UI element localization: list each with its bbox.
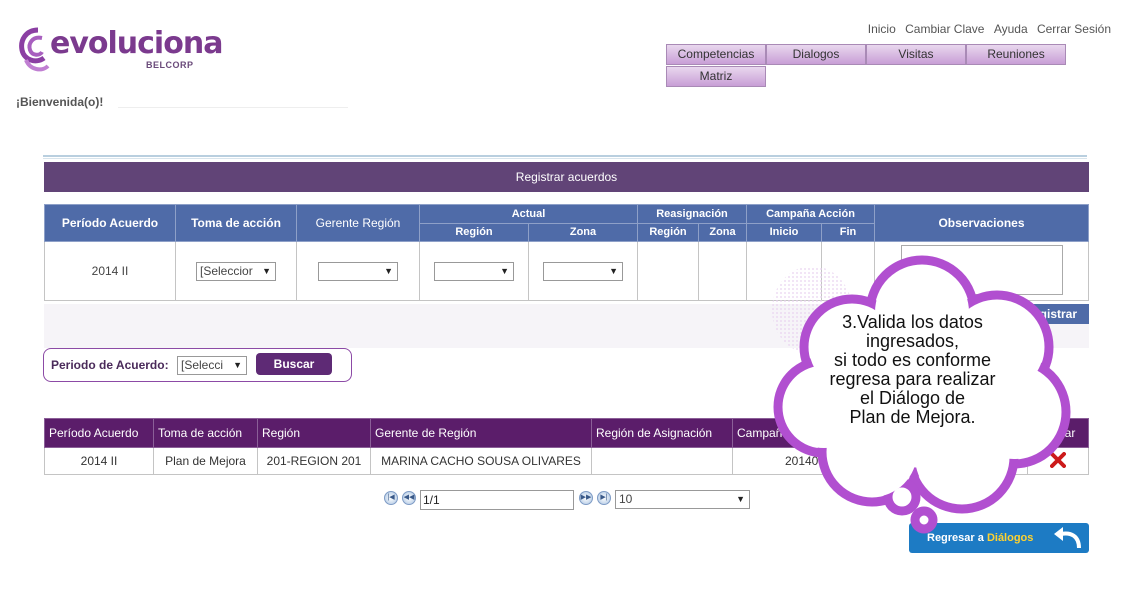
divider bbox=[43, 155, 1087, 159]
dropdown-arrow-icon: ▼ bbox=[384, 265, 393, 276]
periodo-filter-select[interactable]: [Selecci ▼ bbox=[177, 356, 247, 375]
logo-text: evoluciona bbox=[50, 26, 223, 61]
col-toma-accion: Toma de acción bbox=[153, 418, 258, 448]
link-inicio[interactable]: Inicio bbox=[868, 22, 896, 36]
col-actual: Actual bbox=[419, 204, 638, 224]
col-periodo-acuerdo: Período Acuerdo bbox=[44, 418, 154, 448]
link-ayuda[interactable]: Ayuda bbox=[994, 22, 1028, 36]
col-campana-inicio: Inicio bbox=[746, 222, 822, 242]
zona-select[interactable]: ▼ bbox=[543, 261, 623, 281]
dropdown-arrow-icon: ▼ bbox=[233, 360, 242, 370]
dropdown-arrow-icon: ▼ bbox=[736, 494, 745, 504]
region-cell: ▼ bbox=[419, 241, 529, 301]
col-toma-accion: Toma de acción bbox=[175, 204, 297, 242]
cell-toma: Plan de Mejora bbox=[153, 447, 258, 475]
filter-panel: Periodo de Acuerdo: [Selecci ▼ Buscar bbox=[43, 348, 352, 382]
reasig-region-cell bbox=[637, 241, 699, 301]
col-reasignacion: Reasignación bbox=[637, 204, 747, 224]
menu-reuniones[interactable]: Reuniones bbox=[966, 44, 1066, 65]
cell-gerente: MARINA CACHO SOUSA OLIVARES bbox=[370, 447, 592, 475]
first-page-icon[interactable]: |◀ bbox=[384, 491, 398, 505]
col-reasig-region: Región bbox=[637, 222, 699, 242]
evoluciona-logo: evoluciona BELCORP bbox=[18, 24, 223, 76]
reasig-zona-cell bbox=[698, 241, 747, 301]
page-input[interactable]: 1/1 bbox=[420, 490, 574, 510]
cell-region: 201-REGION 201 bbox=[257, 447, 371, 475]
divider bbox=[118, 107, 348, 108]
gerente-cell: ▼ bbox=[296, 241, 420, 301]
dropdown-arrow-icon: ▼ bbox=[609, 265, 618, 276]
link-cambiar-clave[interactable]: Cambiar Clave bbox=[905, 22, 984, 36]
periodo-cell: 2014 II bbox=[44, 241, 176, 301]
col-region: Región bbox=[257, 418, 371, 448]
menu-matriz[interactable]: Matriz bbox=[666, 66, 766, 87]
menu-visitas[interactable]: Visitas bbox=[866, 44, 966, 65]
col-observaciones: Observaciones bbox=[874, 204, 1089, 242]
toma-accion-select[interactable]: [Seleccior ▼ bbox=[196, 261, 276, 281]
cell-asignacion bbox=[591, 447, 733, 475]
col-gerente-region: Gerente de Región bbox=[370, 418, 592, 448]
col-gerente-region: Gerente Región bbox=[296, 204, 420, 242]
buscar-button[interactable]: Buscar bbox=[256, 353, 332, 375]
col-campana-fin: Fin bbox=[821, 222, 875, 242]
filter-label: Periodo de Acuerdo: bbox=[51, 358, 169, 372]
gerente-region-select[interactable]: ▼ bbox=[318, 261, 398, 281]
zona-cell: ▼ bbox=[528, 241, 638, 301]
col-campana-accion: Campaña Acción bbox=[746, 204, 875, 224]
col-reasig-zona: Zona bbox=[698, 222, 747, 242]
dropdown-arrow-icon: ▼ bbox=[262, 265, 271, 276]
col-region-asignacion: Región de Asignación bbox=[591, 418, 733, 448]
last-page-icon[interactable]: ▶| bbox=[597, 491, 611, 505]
col-periodo-acuerdo: Período Acuerdo bbox=[44, 204, 176, 242]
region-select[interactable]: ▼ bbox=[434, 261, 514, 281]
menu-competencias[interactable]: Competencias bbox=[666, 44, 766, 65]
menu-dialogos[interactable]: Dialogos bbox=[766, 44, 866, 65]
link-cerrar-sesion[interactable]: Cerrar Sesión bbox=[1037, 22, 1111, 36]
top-links: Inicio Cambiar Clave Ayuda Cerrar Sesión bbox=[862, 22, 1111, 36]
toma-cell: [Seleccior ▼ bbox=[175, 241, 297, 301]
logo-subtitle: BELCORP bbox=[146, 60, 194, 70]
logo-swirl-icon bbox=[19, 27, 50, 72]
dropdown-arrow-icon: ▼ bbox=[500, 265, 509, 276]
col-actual-zona: Zona bbox=[528, 222, 638, 242]
callout-text: 3.Valida los datos ingresados, si todo e… bbox=[829, 312, 996, 427]
next-page-icon[interactable]: ▶▶ bbox=[579, 491, 593, 505]
page-size-select[interactable]: 10 ▼ bbox=[615, 490, 750, 509]
section-title: Registrar acuerdos bbox=[44, 162, 1089, 192]
cell-periodo: 2014 II bbox=[44, 447, 154, 475]
welcome-text: ¡Bienvenida(o)! bbox=[16, 95, 104, 109]
col-actual-region: Región bbox=[419, 222, 529, 242]
prev-page-icon[interactable]: ◀◀ bbox=[402, 491, 416, 505]
